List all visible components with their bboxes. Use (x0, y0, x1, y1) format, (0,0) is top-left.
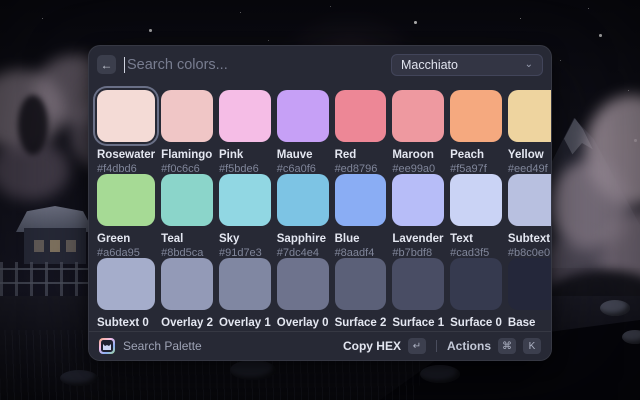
color-cell[interactable]: Overlay 1 (219, 258, 271, 331)
color-swatch[interactable] (277, 90, 329, 142)
color-name: Overlay 1 (219, 317, 271, 329)
color-swatch[interactable] (277, 258, 329, 310)
color-swatch[interactable] (335, 90, 387, 142)
color-cell[interactable]: Rosewater #f4dbd6 (97, 90, 155, 174)
color-cell[interactable]: Subtext 0 (97, 258, 155, 331)
app-name-label: Search Palette (123, 339, 343, 353)
color-swatch[interactable] (97, 90, 155, 142)
flavor-dropdown[interactable]: Macchiato ⌄ (391, 54, 543, 76)
color-swatch[interactable] (450, 90, 502, 142)
color-swatch[interactable] (97, 258, 155, 310)
color-cell[interactable]: Subtext 1 #b8c0e0 (508, 174, 551, 258)
color-name: Flamingo (161, 149, 213, 161)
color-cell[interactable]: Teal #8bd5ca (161, 174, 213, 258)
color-name: Rosewater (97, 149, 155, 161)
color-name: Peach (450, 149, 502, 161)
palette-grid: Rosewater #f4dbd6 Flamingo #f0c6c6 Pink … (97, 90, 543, 331)
color-name: Blue (335, 233, 387, 245)
color-swatch[interactable] (219, 258, 271, 310)
color-cell[interactable]: Mauve #c6a0f6 (277, 90, 329, 174)
color-swatch[interactable] (219, 174, 271, 226)
footer-divider (436, 340, 437, 352)
color-swatch[interactable] (392, 258, 444, 310)
enter-key-icon[interactable]: ↵ (408, 338, 426, 354)
color-name: Overlay 2 (161, 317, 213, 329)
color-name: Sky (219, 233, 271, 245)
flavor-selected-value: Macchiato (401, 58, 525, 72)
color-cell[interactable]: Base (508, 258, 551, 331)
modal-footer: Search Palette Copy HEX ↵ Actions ⌘ K (89, 331, 551, 360)
color-name: Overlay 0 (277, 317, 329, 329)
search-input[interactable] (125, 46, 391, 83)
color-name: Surface 0 (450, 317, 502, 329)
color-cell[interactable]: Surface 0 (450, 258, 502, 331)
color-cell[interactable]: Pink #f5bde6 (219, 90, 271, 174)
color-cell[interactable]: Overlay 0 (277, 258, 329, 331)
color-swatch[interactable] (392, 174, 444, 226)
back-arrow-icon: ← (101, 58, 113, 72)
color-swatch[interactable] (450, 174, 502, 226)
color-swatch[interactable] (508, 90, 551, 142)
color-cell[interactable]: Blue #8aadf4 (335, 174, 387, 258)
chevron-down-icon: ⌄ (525, 59, 533, 70)
color-cell[interactable]: Overlay 2 (161, 258, 213, 331)
color-name: Lavender (392, 233, 444, 245)
back-button[interactable]: ← (97, 55, 116, 74)
color-cell[interactable]: Peach #f5a97f (450, 90, 502, 174)
search-field[interactable] (124, 46, 391, 83)
color-swatch[interactable] (219, 90, 271, 142)
color-swatch[interactable] (450, 258, 502, 310)
color-name: Text (450, 233, 502, 245)
catppuccin-cat-icon (99, 338, 115, 354)
color-name: Mauve (277, 149, 329, 161)
color-swatch[interactable] (392, 90, 444, 142)
color-search-modal: ← Macchiato ⌄ Rosewater #f4dbd6 Flamingo… (88, 45, 552, 361)
color-cell[interactable]: Yellow #eed49f (508, 90, 551, 174)
color-swatch[interactable] (97, 174, 155, 226)
color-cell[interactable]: Maroon #ee99a0 (392, 90, 444, 174)
color-cell[interactable]: Text #cad3f5 (450, 174, 502, 258)
copy-hex-action[interactable]: Copy HEX (343, 339, 401, 353)
palette-grid-area: Rosewater #f4dbd6 Flamingo #f0c6c6 Pink … (89, 83, 551, 331)
color-swatch[interactable] (161, 174, 213, 226)
color-swatch[interactable] (161, 258, 213, 310)
color-name: Surface 1 (392, 317, 444, 329)
color-cell[interactable]: Sky #91d7e3 (219, 174, 271, 258)
color-cell[interactable]: Lavender #b7bdf8 (392, 174, 444, 258)
color-name: Surface 2 (335, 317, 387, 329)
color-cell[interactable]: Green #a6da95 (97, 174, 155, 258)
color-swatch[interactable] (508, 258, 551, 310)
command-key-icon[interactable]: ⌘ (498, 338, 516, 354)
color-name: Yellow (508, 149, 551, 161)
k-key-icon[interactable]: K (523, 338, 541, 354)
color-swatch[interactable] (277, 174, 329, 226)
color-name: Sapphire (277, 233, 329, 245)
color-name: Maroon (392, 149, 444, 161)
color-name: Teal (161, 233, 213, 245)
color-name: Base (508, 317, 551, 329)
color-cell[interactable]: Red #ed8796 (335, 90, 387, 174)
color-name: Red (335, 149, 387, 161)
color-name: Subtext 1 (508, 233, 551, 245)
color-name: Subtext 0 (97, 317, 155, 329)
color-cell[interactable]: Surface 2 (335, 258, 387, 331)
color-cell[interactable]: Sapphire #7dc4e4 (277, 174, 329, 258)
color-swatch[interactable] (508, 174, 551, 226)
color-name: Green (97, 233, 155, 245)
modal-header: ← Macchiato ⌄ (89, 46, 551, 83)
color-swatch[interactable] (335, 174, 387, 226)
color-name: Pink (219, 149, 271, 161)
color-cell[interactable]: Flamingo #f0c6c6 (161, 90, 213, 174)
actions-menu-button[interactable]: Actions (447, 339, 491, 353)
color-cell[interactable]: Surface 1 (392, 258, 444, 331)
color-swatch[interactable] (335, 258, 387, 310)
color-swatch[interactable] (161, 90, 213, 142)
